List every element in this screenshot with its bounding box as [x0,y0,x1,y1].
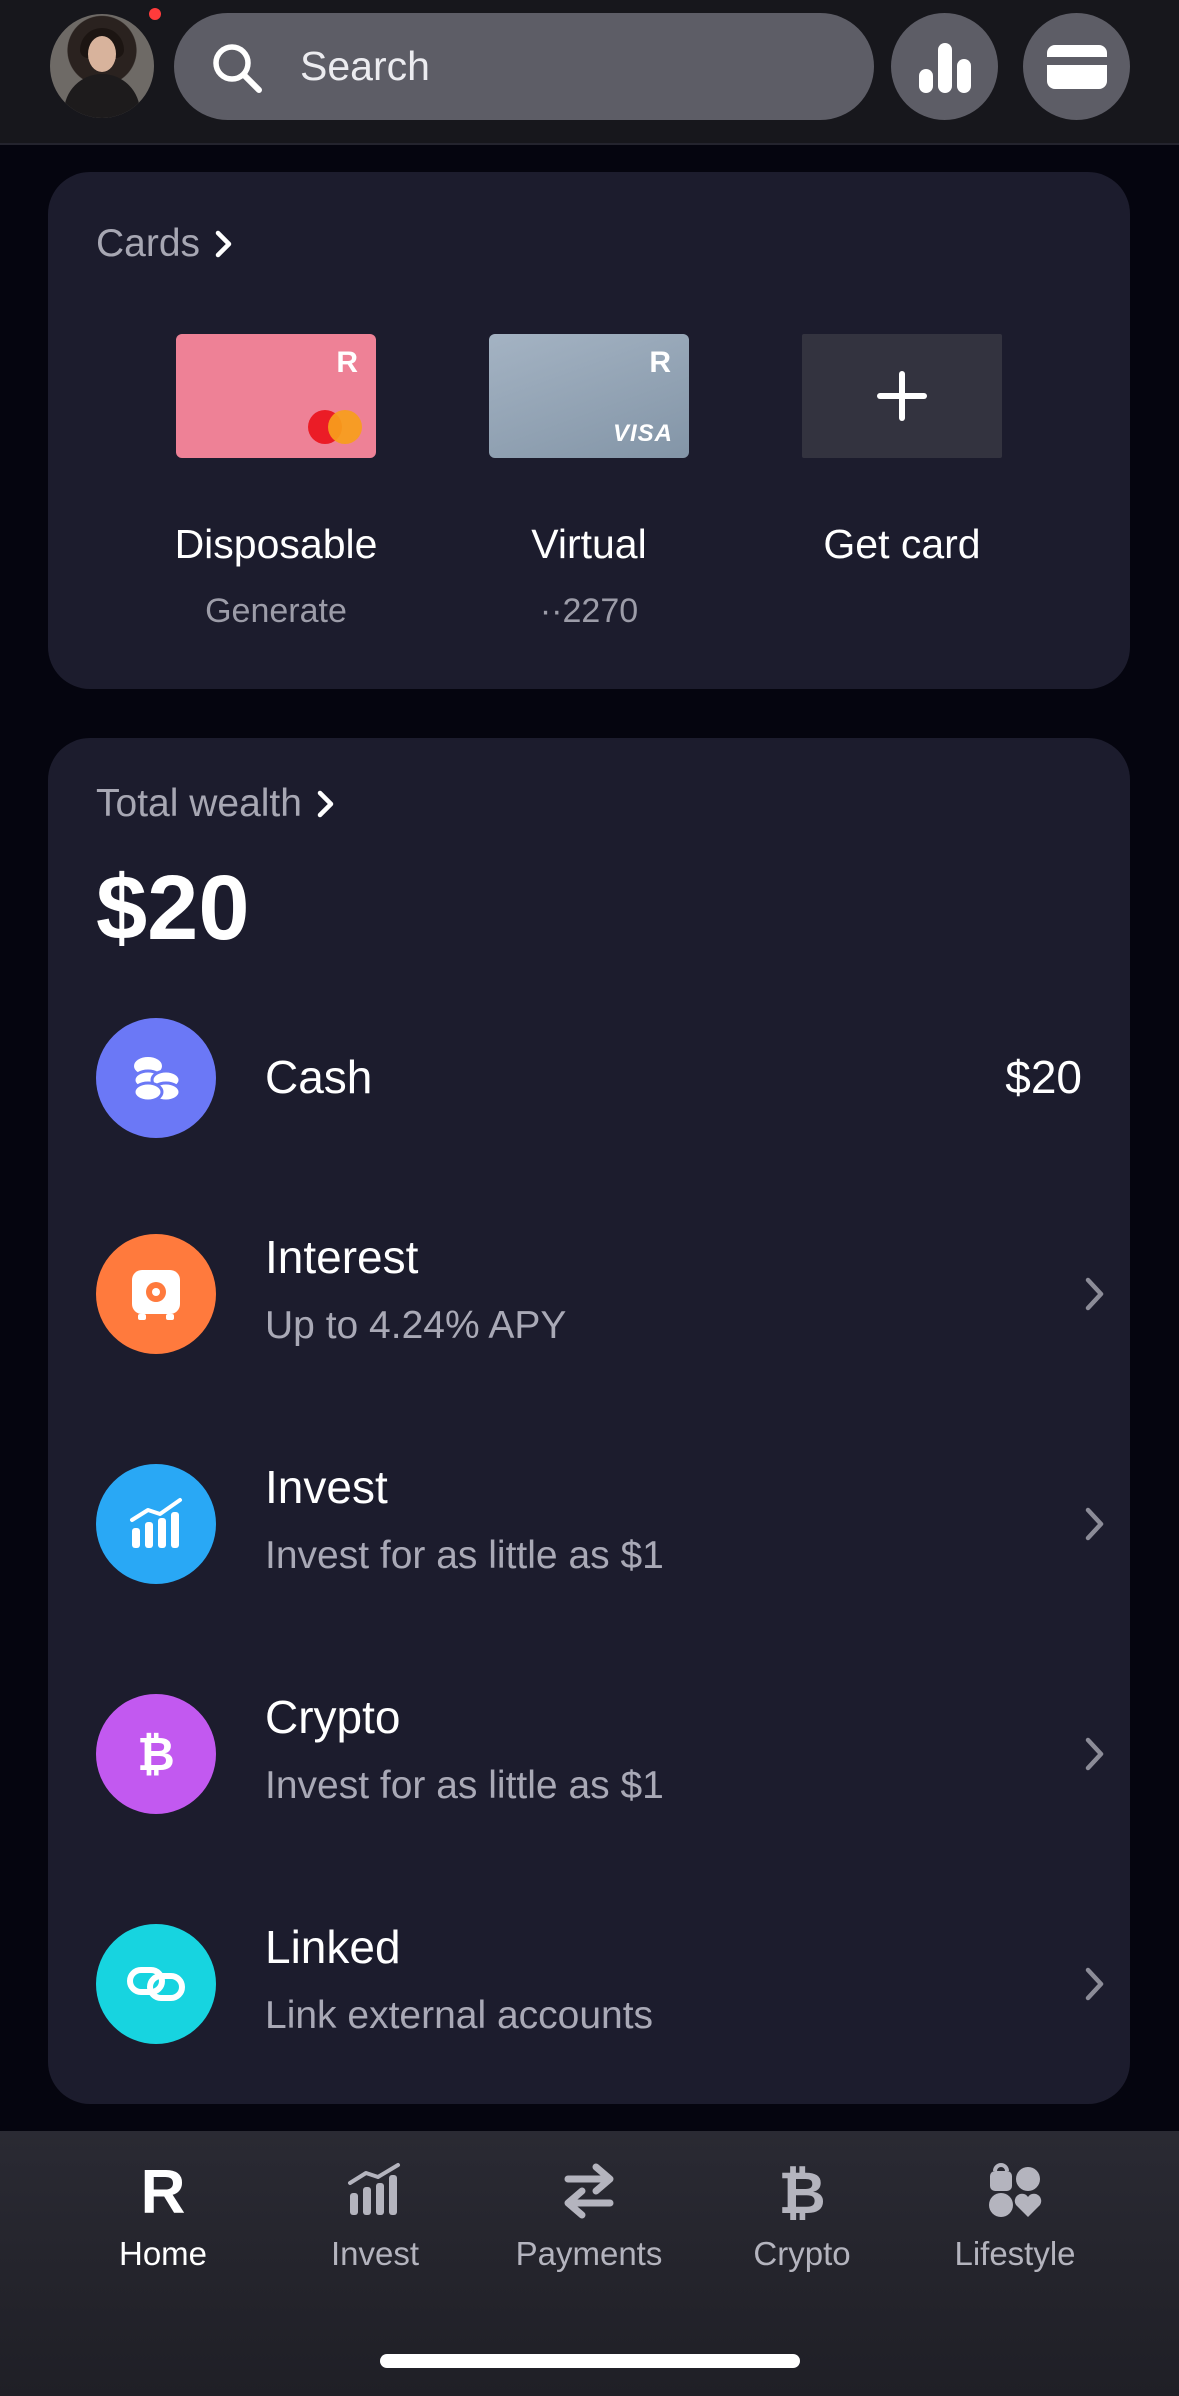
account-name-linked: Linked [265,1921,401,1973]
nav-lifestyle[interactable]: Lifestyle [915,2159,1115,2289]
credit-card-icon [1046,44,1107,89]
revolut-r-icon: R [141,2159,186,2221]
notification-dot [147,6,163,22]
account-row-linked[interactable]: Linked Link external accounts [48,1921,1130,2048]
avatar[interactable] [50,14,154,118]
card-sub-virtual: ··2270 [539,592,639,630]
card-sub-disposable: Generate [205,592,347,630]
account-row-invest[interactable]: Invest Invest for as little as $1 [48,1461,1130,1588]
nav-label-crypto: Crypto [753,2235,851,2272]
revolut-r-logo: R [649,346,671,379]
transfer-arrows-icon [564,2163,614,2219]
coins-icon [132,1057,182,1103]
card-label-get-card[interactable]: Get card [752,521,1052,568]
total-wealth-amount: $20 [96,857,250,959]
account-row-interest[interactable]: Interest Up to 4.24% APY [48,1231,1130,1358]
virtual-card-thumbnail[interactable]: R VISA [489,334,689,458]
search-icon [213,44,262,93]
cards-title: Cards [96,222,201,265]
bar-chart-icon [918,42,971,93]
chevron-right-icon [1085,1507,1104,1541]
home-screen: Search Cards R R VISA Disposable Generat… [0,0,1179,2396]
analytics-button[interactable] [891,13,998,120]
cards-panel: Cards R R VISA Disposable Generate Virtu… [48,172,1130,689]
nav-crypto[interactable]: ₿ Crypto [702,2159,902,2289]
revolut-r-logo: R [336,346,358,379]
account-icon-linked [96,1924,216,2044]
cards-header-link[interactable]: Cards [96,222,234,266]
nav-label-invest: Invest [330,2235,420,2272]
total-wealth-header-link[interactable]: Total wealth [96,782,336,826]
disposable-card-thumbnail[interactable]: R [176,334,376,458]
card-label-virtual[interactable]: Virtual [439,521,739,568]
chevron-right-icon [215,230,232,258]
account-sub-linked: Link external accounts [265,1994,654,2037]
account-icon-cash [96,1018,216,1138]
account-sub-invest: Invest for as little as $1 [265,1534,664,1577]
avatar-face [88,36,116,72]
lifestyle-icon [989,2163,1042,2217]
nav-invest[interactable]: Invest [275,2159,475,2289]
chevron-right-icon [317,790,334,818]
bitcoin-icon: ₿ [137,1727,175,1781]
get-card-tile[interactable] [802,334,1002,458]
svg-text:₿: ₿ [778,2159,825,2221]
account-sub-crypto: Invest for as little as $1 [265,1764,664,1807]
total-wealth-title: Total wealth [96,782,302,825]
nav-payments[interactable]: Payments [489,2159,689,2289]
top-bar: Search [0,0,1179,145]
account-value-cash: $20 [1005,1051,1082,1103]
search-placeholder: Search [300,43,430,89]
account-icon-crypto: ₿ [96,1694,216,1814]
svg-text:₿: ₿ [137,1727,175,1781]
mastercard-logo-icon [308,410,362,444]
invest-chart-icon [130,1498,182,1548]
chevron-right-icon [1085,1737,1104,1771]
account-sub-interest: Up to 4.24% APY [265,1304,567,1347]
total-wealth-panel: Total wealth $20 Cash $20 Interest Up to… [48,738,1130,2104]
home-indicator[interactable] [380,2354,800,2368]
invest-bars-icon [348,2163,400,2215]
account-name-crypto: Crypto [265,1691,401,1743]
nav-label-home: Home [118,2235,208,2272]
plus-icon [877,371,927,421]
nav-home[interactable]: R Home [63,2159,263,2289]
nav-label-lifestyle: Lifestyle [954,2235,1076,2272]
bitcoin-icon: ₿ [778,2159,825,2221]
link-icon [127,1967,185,2001]
account-name-interest: Interest [265,1231,419,1283]
search-input[interactable]: Search [174,13,874,120]
svg-text:R: R [141,2159,186,2221]
chevron-right-icon [1085,1967,1104,2001]
avatar-shoulders [64,74,140,118]
chevron-right-icon [1085,1277,1104,1311]
account-name-invest: Invest [265,1461,388,1513]
vault-icon [132,1270,180,1320]
visa-logo: VISA [612,420,673,447]
account-row-cash[interactable]: Cash $20 [48,1018,1130,1142]
card-label-disposable[interactable]: Disposable [126,521,426,568]
cards-button[interactable] [1023,13,1130,120]
account-name-cash: Cash [265,1051,373,1103]
account-icon-interest [96,1234,216,1354]
account-icon-invest [96,1464,216,1584]
account-row-crypto[interactable]: ₿ Crypto Invest for as little as $1 [48,1691,1130,1818]
nav-label-payments: Payments [515,2235,663,2272]
